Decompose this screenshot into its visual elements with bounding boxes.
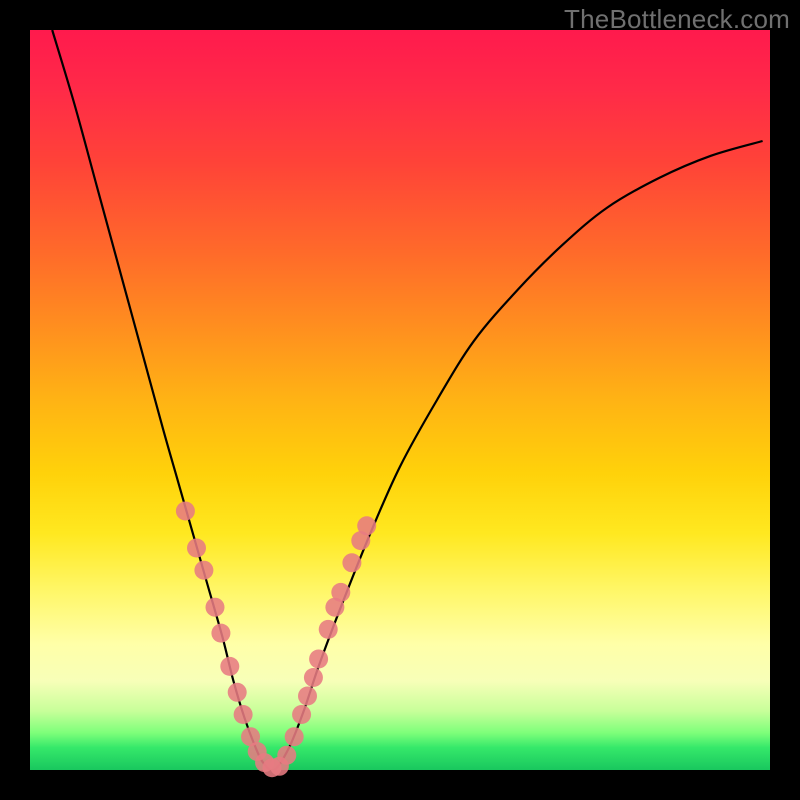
data-marker [211,624,230,643]
data-marker [292,705,311,724]
data-marker [309,650,328,669]
chart-frame: TheBottleneck.com [0,0,800,800]
data-marker [277,746,296,765]
data-marker [234,705,253,724]
data-marker [331,583,350,602]
data-marker [187,539,206,558]
data-marker [342,553,361,572]
plot-area [30,30,770,770]
data-marker [304,668,323,687]
data-markers [176,502,376,778]
data-marker [357,516,376,535]
chart-svg [30,30,770,770]
data-marker [319,620,338,639]
data-marker [298,687,317,706]
data-marker [194,561,213,580]
data-marker [220,657,239,676]
data-marker [285,727,304,746]
data-marker [176,502,195,521]
data-marker [228,683,247,702]
data-marker [206,598,225,617]
bottleneck-curve [52,30,762,771]
